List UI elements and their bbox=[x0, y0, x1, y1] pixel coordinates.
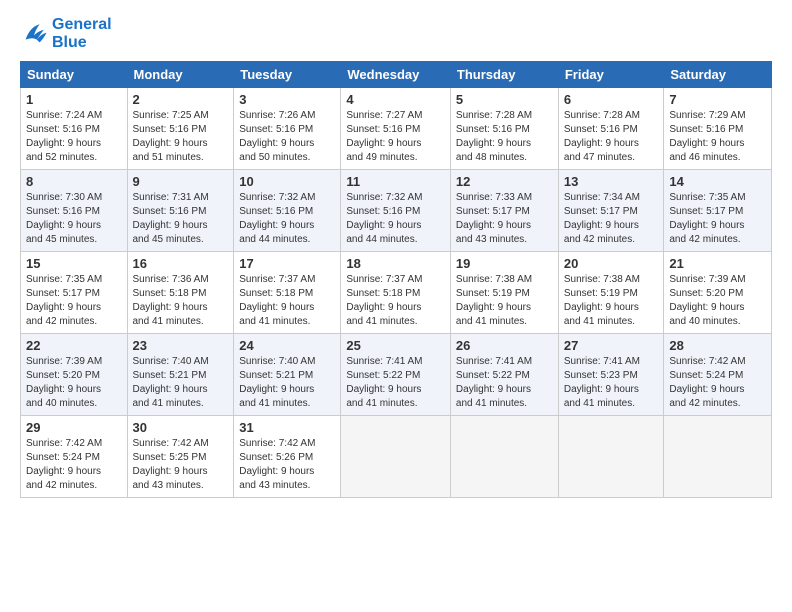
calendar-cell: 25Sunrise: 7:41 AMSunset: 5:22 PMDayligh… bbox=[341, 334, 451, 416]
calendar-cell: 24Sunrise: 7:40 AMSunset: 5:21 PMDayligh… bbox=[234, 334, 341, 416]
weekday-header-friday: Friday bbox=[558, 62, 664, 88]
weekday-header-thursday: Thursday bbox=[450, 62, 558, 88]
logo-bird-icon bbox=[20, 20, 48, 48]
calendar-cell: 7Sunrise: 7:29 AMSunset: 5:16 PMDaylight… bbox=[664, 88, 772, 170]
calendar-table: SundayMondayTuesdayWednesdayThursdayFrid… bbox=[20, 61, 772, 498]
calendar-cell: 17Sunrise: 7:37 AMSunset: 5:18 PMDayligh… bbox=[234, 252, 341, 334]
header: General Blue bbox=[20, 16, 772, 51]
calendar-cell: 15Sunrise: 7:35 AMSunset: 5:17 PMDayligh… bbox=[21, 252, 128, 334]
calendar-cell: 23Sunrise: 7:40 AMSunset: 5:21 PMDayligh… bbox=[127, 334, 234, 416]
calendar-cell: 31Sunrise: 7:42 AMSunset: 5:26 PMDayligh… bbox=[234, 416, 341, 498]
calendar-cell: 21Sunrise: 7:39 AMSunset: 5:20 PMDayligh… bbox=[664, 252, 772, 334]
calendar-cell: 11Sunrise: 7:32 AMSunset: 5:16 PMDayligh… bbox=[341, 170, 451, 252]
weekday-header-saturday: Saturday bbox=[664, 62, 772, 88]
calendar-row-5: 29Sunrise: 7:42 AMSunset: 5:24 PMDayligh… bbox=[21, 416, 772, 498]
calendar-cell bbox=[558, 416, 664, 498]
calendar-cell bbox=[341, 416, 451, 498]
calendar-cell: 26Sunrise: 7:41 AMSunset: 5:22 PMDayligh… bbox=[450, 334, 558, 416]
calendar-cell: 22Sunrise: 7:39 AMSunset: 5:20 PMDayligh… bbox=[21, 334, 128, 416]
calendar-cell: 4Sunrise: 7:27 AMSunset: 5:16 PMDaylight… bbox=[341, 88, 451, 170]
weekday-header-tuesday: Tuesday bbox=[234, 62, 341, 88]
calendar-row-2: 8Sunrise: 7:30 AMSunset: 5:16 PMDaylight… bbox=[21, 170, 772, 252]
calendar-cell: 8Sunrise: 7:30 AMSunset: 5:16 PMDaylight… bbox=[21, 170, 128, 252]
weekday-header-wednesday: Wednesday bbox=[341, 62, 451, 88]
calendar-cell: 18Sunrise: 7:37 AMSunset: 5:18 PMDayligh… bbox=[341, 252, 451, 334]
calendar-cell: 1Sunrise: 7:24 AMSunset: 5:16 PMDaylight… bbox=[21, 88, 128, 170]
calendar-cell: 12Sunrise: 7:33 AMSunset: 5:17 PMDayligh… bbox=[450, 170, 558, 252]
calendar-cell: 28Sunrise: 7:42 AMSunset: 5:24 PMDayligh… bbox=[664, 334, 772, 416]
calendar-cell: 14Sunrise: 7:35 AMSunset: 5:17 PMDayligh… bbox=[664, 170, 772, 252]
weekday-header-monday: Monday bbox=[127, 62, 234, 88]
calendar-cell: 30Sunrise: 7:42 AMSunset: 5:25 PMDayligh… bbox=[127, 416, 234, 498]
calendar-cell bbox=[664, 416, 772, 498]
calendar-row-3: 15Sunrise: 7:35 AMSunset: 5:17 PMDayligh… bbox=[21, 252, 772, 334]
calendar-cell: 10Sunrise: 7:32 AMSunset: 5:16 PMDayligh… bbox=[234, 170, 341, 252]
weekday-header-row: SundayMondayTuesdayWednesdayThursdayFrid… bbox=[21, 62, 772, 88]
calendar-cell: 20Sunrise: 7:38 AMSunset: 5:19 PMDayligh… bbox=[558, 252, 664, 334]
calendar-cell: 2Sunrise: 7:25 AMSunset: 5:16 PMDaylight… bbox=[127, 88, 234, 170]
logo: General Blue bbox=[20, 16, 112, 51]
calendar-cell: 19Sunrise: 7:38 AMSunset: 5:19 PMDayligh… bbox=[450, 252, 558, 334]
calendar-cell: 3Sunrise: 7:26 AMSunset: 5:16 PMDaylight… bbox=[234, 88, 341, 170]
calendar-cell: 29Sunrise: 7:42 AMSunset: 5:24 PMDayligh… bbox=[21, 416, 128, 498]
calendar-cell bbox=[450, 416, 558, 498]
calendar-cell: 9Sunrise: 7:31 AMSunset: 5:16 PMDaylight… bbox=[127, 170, 234, 252]
weekday-header-sunday: Sunday bbox=[21, 62, 128, 88]
calendar-cell: 13Sunrise: 7:34 AMSunset: 5:17 PMDayligh… bbox=[558, 170, 664, 252]
calendar-row-4: 22Sunrise: 7:39 AMSunset: 5:20 PMDayligh… bbox=[21, 334, 772, 416]
logo-text: General Blue bbox=[52, 16, 112, 51]
page: General Blue SundayMondayTuesdayWednesda… bbox=[0, 0, 792, 508]
calendar-row-1: 1Sunrise: 7:24 AMSunset: 5:16 PMDaylight… bbox=[21, 88, 772, 170]
calendar-cell: 27Sunrise: 7:41 AMSunset: 5:23 PMDayligh… bbox=[558, 334, 664, 416]
calendar-cell: 6Sunrise: 7:28 AMSunset: 5:16 PMDaylight… bbox=[558, 88, 664, 170]
calendar-cell: 16Sunrise: 7:36 AMSunset: 5:18 PMDayligh… bbox=[127, 252, 234, 334]
calendar-cell: 5Sunrise: 7:28 AMSunset: 5:16 PMDaylight… bbox=[450, 88, 558, 170]
